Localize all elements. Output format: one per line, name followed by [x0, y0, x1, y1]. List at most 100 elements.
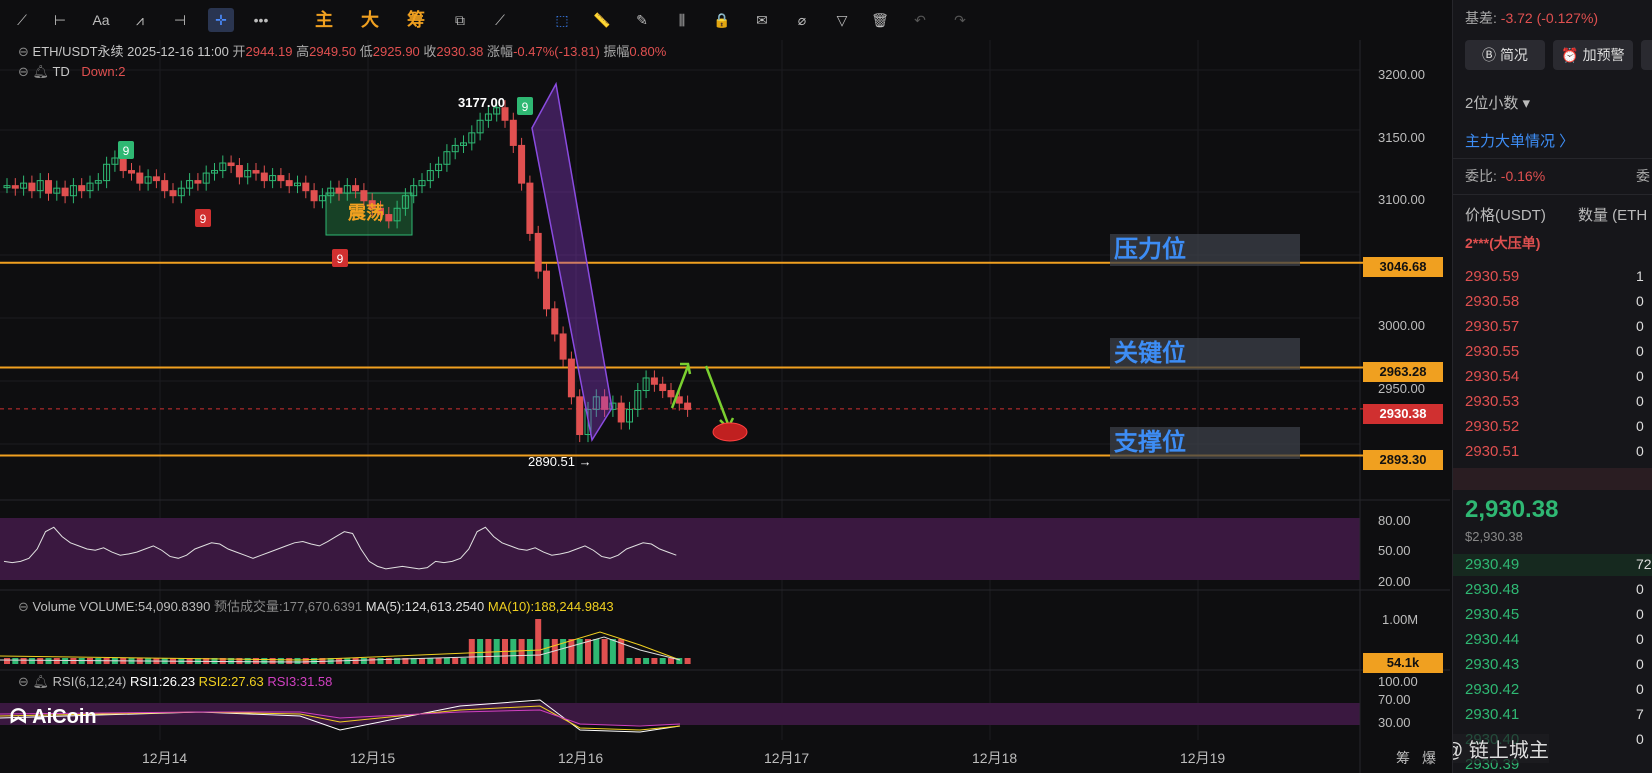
td-value: Down:2: [81, 64, 126, 79]
volume-bar: [684, 658, 691, 664]
ratio-label-2: 委: [1636, 168, 1650, 184]
candle-body: [302, 182, 310, 192]
candle-body: [152, 176, 160, 182]
liquidation-toggle[interactable]: 爆: [1422, 748, 1436, 768]
volume-bar: [659, 658, 666, 664]
date-label: 12月18: [972, 750, 1018, 766]
bid-row[interactable]: 2930.44: [1465, 631, 1519, 648]
magnet-icon[interactable]: ⌀: [790, 8, 814, 32]
candle-body: [559, 333, 567, 360]
undo-icon[interactable]: ↶: [908, 8, 932, 32]
toggle-chips-button[interactable]: 筹: [404, 8, 428, 32]
text-tool-icon[interactable]: Aa: [88, 8, 114, 32]
ask-qty: 0: [1636, 293, 1644, 309]
ask-row[interactable]: 2930.55: [1465, 343, 1519, 360]
bid-row[interactable]: 2930.49: [1465, 556, 1519, 573]
pen-icon[interactable]: ✎: [630, 8, 654, 32]
date-label: 12月19: [1180, 750, 1226, 766]
candle-body: [252, 170, 260, 174]
rsi1-value: RSI1:26.23: [130, 674, 196, 689]
bid-row[interactable]: 2930.45: [1465, 606, 1519, 623]
more-button[interactable]: [1641, 40, 1652, 70]
ask-qty: 0: [1636, 318, 1644, 334]
candle-body: [518, 144, 526, 184]
volume-bar: [37, 658, 44, 664]
bid-row[interactable]: 2930.41: [1465, 706, 1519, 723]
price-chart-canvas[interactable]: 9 9 9 9: [0, 0, 1450, 773]
candle-body: [551, 308, 559, 335]
crosshair-icon[interactable]: ✛: [208, 8, 234, 32]
more-icon[interactable]: •••: [248, 8, 274, 32]
eye-icon[interactable]: ⊖: [18, 599, 29, 614]
select-icon[interactable]: ⬚: [550, 8, 574, 32]
bid-row[interactable]: 2930.48: [1465, 581, 1519, 598]
candles-icon[interactable]: ⫼: [670, 8, 694, 32]
eye-icon[interactable]: ⊖: [18, 64, 29, 79]
volume-bar: [535, 619, 542, 664]
measure-icon[interactable]: ⩘: [128, 8, 152, 32]
ask-row[interactable]: 2930.59: [1465, 268, 1519, 285]
ask-qty: 0: [1636, 443, 1644, 459]
toggle-large-button[interactable]: 大: [358, 8, 382, 32]
horizontal-line-icon[interactable]: ⊢: [48, 8, 72, 32]
pattern-icon[interactable]: ⧉: [448, 8, 472, 32]
ask-row[interactable]: 2930.57: [1465, 318, 1519, 335]
eye-icon[interactable]: ⊖: [18, 674, 29, 689]
ray-icon[interactable]: ⊣: [168, 8, 192, 32]
ask-row[interactable]: 2930.53: [1465, 393, 1519, 410]
ask-qty: 0: [1636, 418, 1644, 434]
close-label: 收: [423, 44, 437, 59]
candle-body: [684, 402, 692, 410]
chart-area[interactable]: 9 9 9 9 ⟋ ⊢ Aa ⩘ ⊣ ✛ ••• 主 大 筹 ⧉ ⟋ ⬚ 📏 ✎ ⫼ …: [0, 0, 1450, 773]
bitcoin-icon: Ⓑ: [1482, 47, 1497, 63]
bid-qty: 7: [1636, 706, 1644, 722]
big-orders-link[interactable]: 主力大单情况 〉: [1465, 130, 1574, 151]
basis-label: 基差:: [1465, 10, 1497, 26]
bell-icon[interactable]: 🔔︎: [33, 674, 50, 689]
candle-body: [335, 187, 343, 194]
ask-row[interactable]: 2930.58: [1465, 293, 1519, 310]
bell-icon[interactable]: 🔔︎: [33, 64, 50, 79]
resistance-price-tag: 3046.68: [1363, 257, 1443, 277]
logo-text: AiCoin: [32, 706, 97, 728]
big-sell-order[interactable]: 2***(大压单): [1465, 233, 1540, 253]
lock-icon[interactable]: 🔒: [710, 8, 734, 32]
settings-line-icon[interactable]: ⟋: [488, 8, 512, 32]
volume-bar: [4, 658, 10, 664]
trendline-icon[interactable]: ⟋: [10, 8, 34, 32]
toggle-main-button[interactable]: 主: [312, 8, 336, 32]
bid-row[interactable]: 2930.42: [1465, 681, 1519, 698]
ask-row[interactable]: 2930.54: [1465, 368, 1519, 385]
aicoin-logo: ᗣ AiCoin: [10, 706, 97, 729]
filter-icon[interactable]: ▽: [830, 8, 854, 32]
chips-toggle[interactable]: 筹: [1396, 748, 1410, 768]
td-marker-text: 9: [200, 212, 207, 226]
trash-icon[interactable]: 🗑: [868, 8, 892, 32]
support-price-tag: 2893.30: [1363, 450, 1443, 470]
candle-body: [128, 170, 135, 174]
add-alert-button[interactable]: ⏰ 加预警: [1553, 40, 1633, 70]
ask-qty: 0: [1636, 368, 1644, 384]
oscillator-band: [0, 518, 1360, 580]
ask-row[interactable]: 2930.51: [1465, 443, 1519, 460]
ask-qty: 1: [1636, 268, 1644, 284]
decimals-select[interactable]: 2位小数 ▾: [1465, 92, 1530, 113]
candle-body: [78, 185, 86, 192]
candle-body: [667, 390, 675, 398]
volume-bar: [601, 639, 608, 664]
volume-tag: 54.1k: [1363, 653, 1443, 673]
candle-body: [659, 383, 667, 392]
volume-bar: [269, 658, 276, 664]
bid-row[interactable]: 2930.43: [1465, 656, 1519, 673]
redo-icon[interactable]: ↷: [948, 8, 972, 32]
rsi2-value: RSI2:27.63: [198, 674, 264, 689]
volume-bar: [609, 639, 616, 664]
ruler-icon[interactable]: 📏: [590, 8, 614, 32]
candle-body: [45, 180, 52, 194]
rsi-label: RSI(6,12,24): [52, 674, 127, 689]
ask-row[interactable]: 2930.52: [1465, 418, 1519, 435]
candle-body: [194, 180, 202, 184]
notes-icon[interactable]: ✉: [750, 8, 774, 32]
volume-label: Volume: [32, 599, 76, 614]
brief-button[interactable]: Ⓑ 简况: [1465, 40, 1545, 70]
